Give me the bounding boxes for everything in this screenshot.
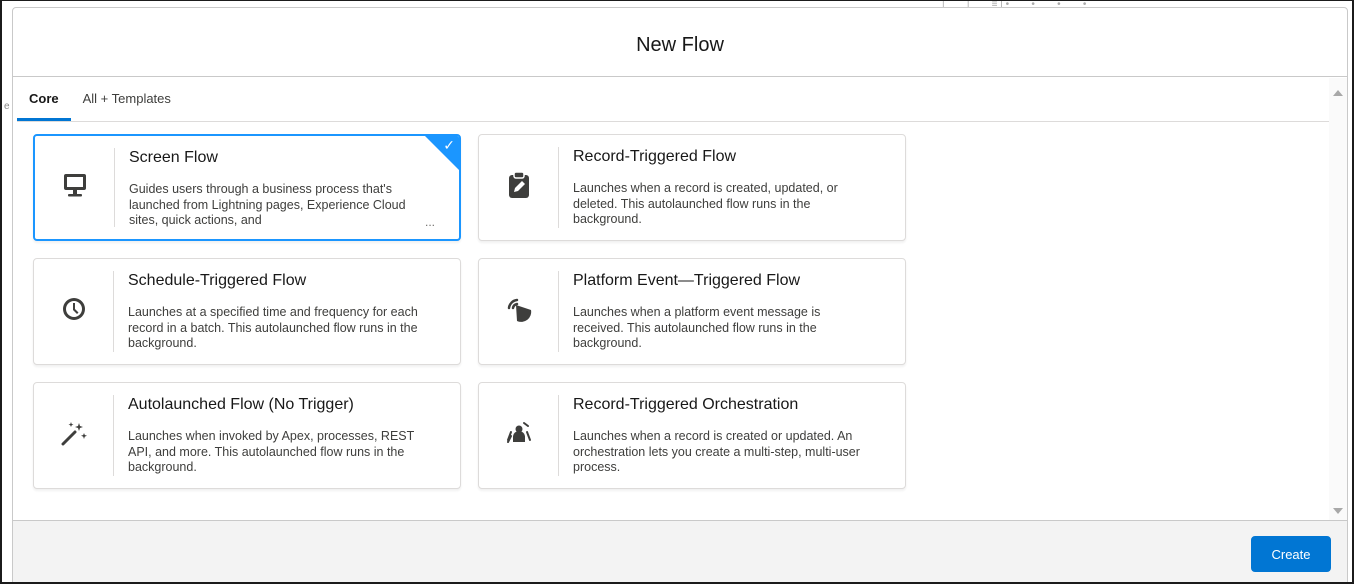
card-body: Record-Triggered Flow Launches when a re… (559, 135, 905, 240)
new-flow-modal: New Flow Core All + Templates Screen Flo… (12, 7, 1348, 582)
card-icon-container (34, 271, 114, 352)
card-icon-container (35, 148, 115, 227)
clipboard-edit-icon (506, 171, 532, 204)
card-title: Autolaunched Flow (No Trigger) (128, 396, 354, 413)
card-body: Platform Event—Triggered Flow Launches w… (559, 259, 905, 364)
card-icon-container (479, 147, 559, 228)
card-schedule-triggered-flow[interactable]: Schedule-Triggered Flow Launches at a sp… (33, 258, 461, 365)
card-record-triggered-flow[interactable]: Record-Triggered Flow Launches when a re… (478, 134, 906, 241)
modal-header: New Flow (13, 8, 1347, 77)
card-body: Autolaunched Flow (No Trigger) Launches … (114, 383, 460, 488)
magic-wand-icon (60, 420, 88, 451)
broadcast-icon (505, 296, 533, 327)
card-record-triggered-orchestration[interactable]: Record-Triggered Orchestration Launches … (478, 382, 906, 489)
scroll-up-arrow-icon[interactable] (1333, 90, 1343, 96)
scroll-down-arrow-icon[interactable] (1333, 508, 1343, 514)
card-body: Schedule-Triggered Flow Launches at a sp… (114, 259, 460, 364)
card-body: Record-Triggered Orchestration Launches … (559, 383, 905, 488)
modal-title: New Flow (636, 33, 724, 56)
monitor-icon (62, 172, 88, 203)
card-description: Launches when a record is created or upd… (573, 429, 860, 474)
card-icon-container (479, 395, 559, 476)
tab-core[interactable]: Core (17, 79, 71, 121)
card-description: Launches when invoked by Apex, processes… (128, 429, 415, 474)
card-body: Screen Flow Guides users through a busin… (115, 136, 459, 239)
card-autolaunched-flow[interactable]: Autolaunched Flow (No Trigger) Launches … (33, 382, 461, 489)
screen-frame: | ___ | ___ ≡ | • ___ • ___ • ___ • e Ne… (0, 0, 1354, 584)
tab-all-templates[interactable]: All + Templates (71, 79, 183, 121)
vertical-scrollbar[interactable] (1329, 78, 1347, 522)
tab-bar: Core All + Templates (17, 78, 1329, 122)
card-screen-flow[interactable]: Screen Flow Guides users through a busin… (33, 134, 461, 241)
card-description: Guides users through a business process … (129, 182, 406, 227)
card-title: Record-Triggered Orchestration (573, 396, 799, 413)
card-title: Screen Flow (129, 149, 218, 166)
clock-icon (61, 296, 87, 327)
card-title: Platform Event—Triggered Flow (573, 272, 801, 289)
card-title: Schedule-Triggered Flow (128, 272, 307, 289)
card-description: Launches when a platform event message i… (573, 305, 821, 350)
create-button[interactable]: Create (1251, 536, 1331, 572)
background-page-text: e (4, 101, 10, 112)
card-icon-container (34, 395, 114, 476)
orchestration-icon (505, 420, 533, 451)
card-description: Launches at a specified time and frequen… (128, 305, 418, 350)
card-icon-container (479, 271, 559, 352)
card-platform-event-triggered-flow[interactable]: Platform Event—Triggered Flow Launches w… (478, 258, 906, 365)
checkmark-icon: ✓ (443, 137, 455, 153)
flow-type-grid: Screen Flow Guides users through a busin… (33, 134, 906, 489)
modal-footer: Create (13, 520, 1347, 582)
card-title: Record-Triggered Flow (573, 148, 737, 165)
more-text-ellipsis: ... (424, 215, 435, 229)
card-description: Launches when a record is created, updat… (573, 181, 838, 226)
